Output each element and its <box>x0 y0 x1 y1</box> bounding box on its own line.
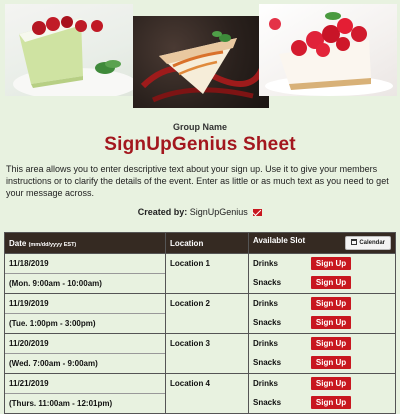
slot-row: Snacks Sign Up <box>249 313 395 332</box>
slot-cell: Drinks Sign Up Snacks Sign Up <box>248 253 396 294</box>
sign-up-button[interactable]: Sign Up <box>311 356 351 369</box>
col-date-label: Date <box>9 238 27 248</box>
slot-name: Drinks <box>253 259 278 268</box>
table-header: Date (mm/dd/yyyy EST) Location Available… <box>4 232 396 254</box>
description: This area allows you to enter descriptiv… <box>6 164 389 198</box>
dessert-image-2 <box>133 16 269 108</box>
date-cell: 11/18/2019 (Mon. 9:00am - 10:00am) <box>4 253 166 294</box>
table-row: 11/20/2019 (Wed. 7:00am - 9:00am) Locati… <box>4 333 396 374</box>
slot-name: Snacks <box>253 318 282 327</box>
date-text: 11/21/2019 <box>5 374 165 394</box>
date-text: 11/18/2019 <box>5 254 165 274</box>
time-text: (Tue. 1:00pm - 3:00pm) <box>9 319 96 328</box>
time-text: (Mon. 9:00am - 10:00am) <box>9 279 102 288</box>
created-by: Created by: SignUpGenius <box>0 207 400 217</box>
dessert-image-1 <box>5 4 133 96</box>
date-cell: 11/21/2019 (Thurs. 11:00am - 12:01pm) <box>4 373 166 414</box>
date-cell: 11/20/2019 (Wed. 7:00am - 9:00am) <box>4 333 166 374</box>
slot-row: Snacks Sign Up <box>249 273 395 292</box>
time-text: (Thurs. 11:00am - 12:01pm) <box>9 399 113 408</box>
created-by-name: SignUpGenius <box>189 207 248 217</box>
location-text: Location 4 <box>170 379 211 388</box>
dessert-image-3 <box>259 4 397 96</box>
sign-up-button[interactable]: Sign Up <box>311 337 351 350</box>
created-by-label: Created by: <box>137 207 188 217</box>
col-slot-label: Available Slot <box>253 236 306 245</box>
location-text: Location 1 <box>170 259 211 268</box>
location-cell: Location 1 <box>165 253 249 294</box>
slot-row: Drinks Sign Up <box>249 374 395 393</box>
slot-row: Drinks Sign Up <box>249 334 395 353</box>
date-text: 11/20/2019 <box>5 334 165 354</box>
sign-up-button[interactable]: Sign Up <box>311 377 351 390</box>
slot-cell: Drinks Sign Up Snacks Sign Up <box>248 373 396 414</box>
slot-cell: Drinks Sign Up Snacks Sign Up <box>248 293 396 334</box>
slot-row: Snacks Sign Up <box>249 353 395 372</box>
banner <box>0 0 400 112</box>
time-text: (Wed. 7:00am - 9:00am) <box>9 359 98 368</box>
sign-up-button[interactable]: Sign Up <box>311 276 351 289</box>
col-date-header: Date (mm/dd/yyyy EST) <box>4 232 166 254</box>
calendar-label: Calendar <box>359 240 385 246</box>
slot-cell: Drinks Sign Up Snacks Sign Up <box>248 333 396 374</box>
sign-up-button[interactable]: Sign Up <box>311 316 351 329</box>
calendar-button[interactable]: Calendar <box>345 236 391 250</box>
email-icon[interactable] <box>253 209 263 216</box>
signup-table: Date (mm/dd/yyyy EST) Location Available… <box>4 232 396 414</box>
col-location-header: Location <box>165 232 249 254</box>
location-cell: Location 2 <box>165 293 249 334</box>
slot-name: Drinks <box>253 299 278 308</box>
table-row: 11/21/2019 (Thurs. 11:00am - 12:01pm) Lo… <box>4 373 396 414</box>
sign-up-button[interactable]: Sign Up <box>311 396 351 409</box>
col-date-hint: (mm/dd/yyyy EST) <box>28 241 77 248</box>
slot-name: Snacks <box>253 278 282 287</box>
page-title: SignUpGenius Sheet <box>104 134 296 155</box>
slot-name: Drinks <box>253 379 278 388</box>
table-row: 11/18/2019 (Mon. 9:00am - 10:00am) Locat… <box>4 253 396 294</box>
date-cell: 11/19/2019 (Tue. 1:00pm - 3:00pm) <box>4 293 166 334</box>
slot-name: Snacks <box>253 398 282 407</box>
slot-name: Drinks <box>253 339 278 348</box>
location-cell: Location 4 <box>165 373 249 414</box>
location-text: Location 2 <box>170 299 211 308</box>
sign-up-button[interactable]: Sign Up <box>311 257 351 270</box>
calendar-icon <box>351 239 358 245</box>
date-text: 11/19/2019 <box>5 294 165 314</box>
location-cell: Location 3 <box>165 333 249 374</box>
location-text: Location 3 <box>170 339 211 348</box>
group-name: Group Name <box>172 122 227 132</box>
slot-row: Drinks Sign Up <box>249 254 395 273</box>
slot-row: Snacks Sign Up <box>249 393 395 412</box>
slot-name: Snacks <box>253 358 282 367</box>
table-row: 11/19/2019 (Tue. 1:00pm - 3:00pm) Locati… <box>4 293 396 334</box>
sign-up-button[interactable]: Sign Up <box>311 297 351 310</box>
col-slot-header: Available Slot Calendar <box>248 232 396 254</box>
slot-row: Drinks Sign Up <box>249 294 395 313</box>
